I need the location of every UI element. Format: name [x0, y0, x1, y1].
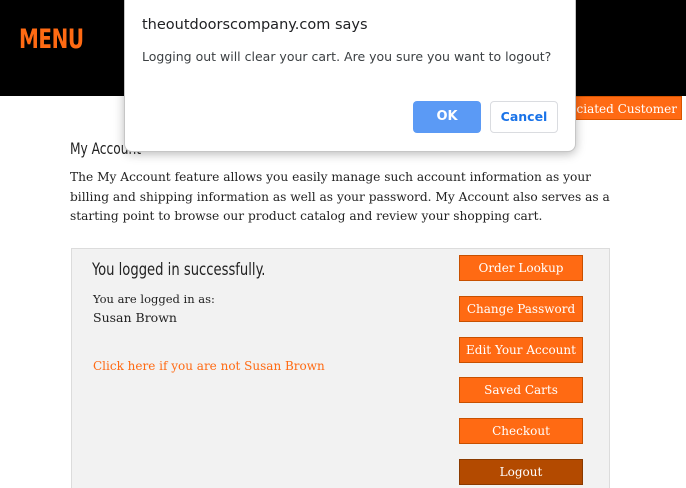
logout-button[interactable]: Logout [459, 459, 583, 485]
order-lookup-button[interactable]: Order Lookup [459, 255, 583, 281]
menu-button[interactable]: MENU [19, 24, 84, 55]
checkout-button[interactable]: Checkout [459, 418, 583, 444]
dialog-message: Logging out will clear your cart. Are yo… [142, 49, 552, 64]
intro-text: The My Account feature allows you easily… [70, 170, 610, 223]
dialog-ok-button[interactable]: OK [413, 101, 481, 133]
not-user-link[interactable]: Click here if you are not Susan Brown [93, 359, 325, 373]
dialog-title: theoutdoorscompany.com says [142, 17, 368, 33]
dialog-cancel-button[interactable]: Cancel [490, 101, 558, 133]
confirm-dialog: theoutdoorscompany.com says Logging out … [124, 0, 576, 152]
saved-carts-button[interactable]: Saved Carts [459, 377, 583, 403]
user-name: Susan Brown [93, 310, 177, 325]
logged-in-as-label: You are logged in as: [93, 292, 215, 306]
associated-customer-button[interactable]: sociated Customer [560, 96, 682, 120]
edit-account-button[interactable]: Edit Your Account [459, 337, 583, 363]
change-password-button[interactable]: Change Password [459, 296, 583, 322]
login-success-message: You logged in successfully. [92, 260, 266, 280]
